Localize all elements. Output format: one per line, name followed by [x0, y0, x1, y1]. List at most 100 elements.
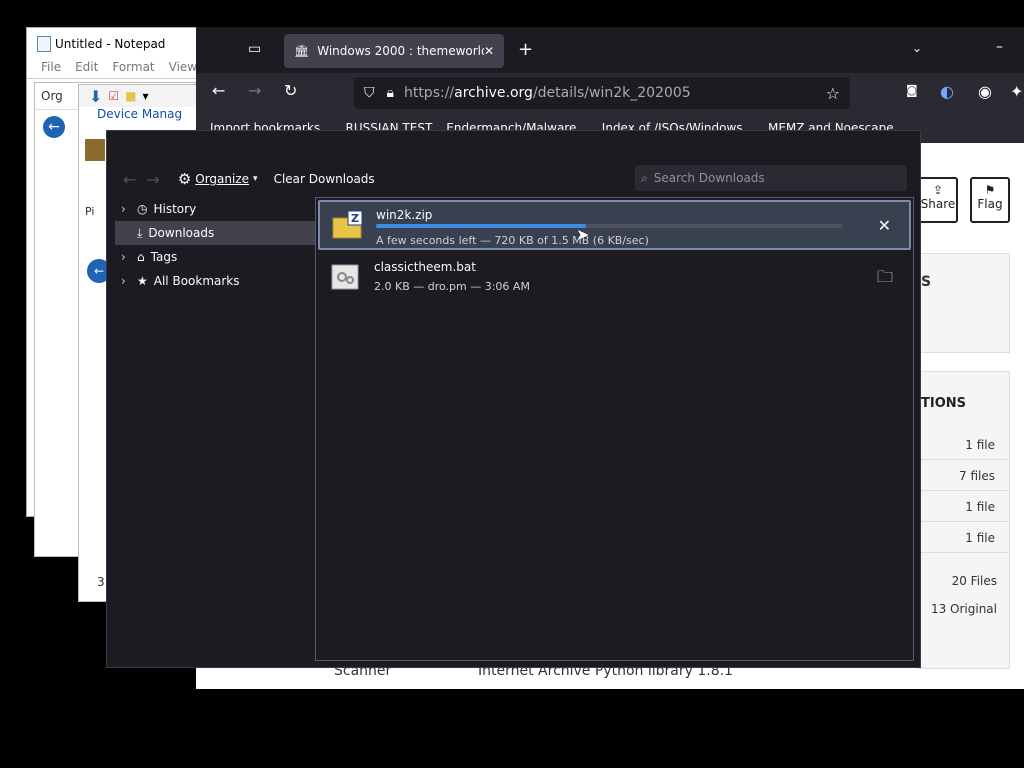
original-files-count: 13 Original — [930, 602, 997, 616]
section-heading-fragment: S — [921, 274, 932, 290]
download-filename: win2k.zip — [376, 208, 433, 222]
tab-title: Windows 2000 : themeworld : F — [317, 44, 484, 58]
tab-overview-icon[interactable]: ▭ — [248, 41, 261, 57]
file-count-row[interactable]: 7 files — [917, 461, 1009, 491]
dropdown-icon[interactable]: ▾ — [143, 89, 149, 103]
account-icon[interactable]: ◉ — [978, 82, 992, 101]
extension-contrast-icon[interactable]: ◐ — [940, 82, 954, 101]
file-count-row[interactable]: 1 file — [917, 523, 1009, 553]
share-button[interactable]: ⇪ Share — [918, 177, 958, 223]
tag-icon: ⌂ — [137, 250, 145, 264]
gear-icon: ⚙ — [177, 170, 192, 188]
zip-file-icon: Z — [332, 210, 363, 240]
folder-icon[interactable]: ■ — [125, 89, 136, 103]
svg-text:Z: Z — [351, 212, 359, 225]
sidebar-item-tags[interactable]: › ⌂ Tags — [115, 245, 315, 269]
sidebar-item-label: All Bookmarks — [153, 274, 240, 288]
download-options-panel: TIONS 1 file 7 files 1 file 1 file 20 Fi… — [916, 371, 1010, 669]
library-back-icon[interactable]: ← — [123, 170, 136, 189]
flag-label: Flag — [977, 197, 1003, 211]
library-forward-icon[interactable]: → — [146, 170, 159, 189]
clear-downloads-button[interactable]: Clear Downloads — [274, 172, 375, 186]
clock-icon: ◷ — [137, 202, 148, 216]
cancel-download-icon[interactable]: ✕ — [878, 216, 891, 235]
info-panel: S — [916, 253, 1010, 353]
notepad-menubar: File Edit Format View — [27, 60, 199, 78]
chevron-right-icon[interactable]: › — [121, 274, 131, 288]
batch-file-icon — [330, 262, 360, 292]
flag-button[interactable]: ⚑ Flag — [970, 177, 1010, 223]
close-tab-icon[interactable]: ✕ — [484, 44, 494, 58]
download-item[interactable]: Z win2k.zip A few seconds left — 720 KB … — [318, 200, 911, 250]
sidebar-item-label: Tags — [150, 250, 178, 264]
archive-favicon-icon: 🏛 — [294, 44, 310, 58]
library-toolbar: ← → ⚙ Organize ▾ Clear Downloads ⌕ Searc… — [107, 161, 920, 197]
pocket-icon[interactable]: ◙ — [906, 83, 918, 97]
url-text: https://archive.org/details/win2k_202005 — [403, 85, 691, 101]
device-manager-toolbar: ⬇ ☑ ■ ▾ — [79, 85, 199, 107]
pin-label: Pi — [85, 205, 95, 218]
list-tabs-chevron-icon[interactable]: ⌄ — [912, 41, 922, 55]
notepad-icon — [37, 36, 51, 52]
nav-bar: ← → ↻ ⛉ 🔒︎ https://archive.org/details/w… — [196, 73, 1024, 113]
download-progress-fill — [376, 224, 586, 228]
tab-active[interactable]: 🏛 Windows 2000 : themeworld : F ✕ — [284, 34, 504, 68]
share-icon: ⇪ — [932, 183, 944, 197]
search-placeholder: Search Downloads — [653, 171, 765, 185]
checklist-icon[interactable]: ☑ — [108, 89, 119, 103]
chevron-down-icon: ▾ — [253, 174, 258, 184]
device-manager-title: Device Manag — [97, 107, 183, 121]
notepad-titlebar[interactable]: Untitled - Notepad — [27, 28, 199, 60]
back-arrow-icon[interactable]: ← — [43, 116, 65, 138]
library-sidebar: › ◷ History ⤓ Downloads › ⌂ Tags › ★ All… — [115, 197, 315, 657]
share-label: Share — [920, 197, 956, 211]
reload-icon[interactable]: ↻ — [284, 81, 297, 100]
forward-icon[interactable]: → — [248, 81, 261, 100]
menu-view[interactable]: View — [169, 60, 197, 78]
download-filename: classictheem.bat — [374, 260, 476, 274]
star-icon: ★ — [137, 274, 148, 288]
flag-icon: ⚑ — [984, 183, 996, 197]
download-arrow-icon[interactable]: ⬇ — [89, 87, 102, 106]
decorative-block — [85, 139, 105, 161]
menu-edit[interactable]: Edit — [75, 60, 98, 78]
chevron-right-icon[interactable]: › — [121, 250, 131, 264]
file-count-row[interactable]: 1 file — [917, 492, 1009, 522]
sidebar-item-label: History — [153, 202, 197, 216]
tab-strip: ▭ 🏛 Windows 2000 : themeworld : F ✕ + ⌄ … — [196, 27, 1024, 73]
footer-number: 3 — [97, 575, 105, 589]
mouse-cursor-icon: ➤ — [576, 225, 590, 244]
url-bar[interactable]: ⛉ 🔒︎ https://archive.org/details/win2k_2… — [354, 77, 850, 109]
notepad-title: Untitled - Notepad — [55, 37, 166, 51]
new-tab-icon[interactable]: + — [518, 39, 533, 60]
explorer-org-label[interactable]: Org — [41, 89, 63, 103]
search-downloads-input[interactable]: ⌕ Search Downloads — [635, 165, 907, 191]
sidebar-item-history[interactable]: › ◷ History — [115, 197, 315, 221]
download-status: 2.0 KB — dro.pm — 3:06 AM — [374, 280, 530, 293]
chevron-right-icon[interactable]: › — [121, 202, 131, 216]
download-item[interactable]: classictheem.bat 2.0 KB — dro.pm — 3:06 … — [318, 254, 911, 304]
download-icon: ⤓ — [137, 225, 143, 240]
library-window: ← → ⚙ Organize ▾ Clear Downloads ⌕ Searc… — [106, 130, 921, 668]
organize-label: Organize — [195, 172, 250, 186]
back-icon[interactable]: ← — [212, 81, 225, 100]
bookmark-star-icon[interactable]: ☆ — [826, 84, 840, 103]
extensions-icon[interactable]: ✦ — [1010, 82, 1023, 101]
organize-button[interactable]: ⚙ Organize ▾ — [178, 170, 258, 188]
total-files-link[interactable]: 20 Files — [952, 574, 997, 588]
search-icon: ⌕ — [641, 170, 648, 185]
download-progress-bar — [376, 224, 842, 228]
lock-icon[interactable]: 🔒︎ — [387, 85, 394, 101]
download-status: A few seconds left — 720 KB of 1.5 MB (6… — [376, 234, 649, 247]
open-folder-icon[interactable]: 🗀 — [877, 266, 893, 293]
file-count-row[interactable]: 1 file — [917, 430, 1009, 460]
minimize-icon[interactable]: – — [996, 39, 1003, 55]
sidebar-item-downloads[interactable]: ⤓ Downloads — [115, 221, 315, 245]
shield-icon[interactable]: ⛉ — [364, 85, 375, 101]
menu-format[interactable]: Format — [112, 60, 154, 78]
download-options-heading: TIONS — [921, 396, 966, 411]
downloads-list: Z win2k.zip A few seconds left — 720 KB … — [315, 197, 914, 661]
sidebar-item-all-bookmarks[interactable]: › ★ All Bookmarks — [115, 269, 315, 293]
menu-file[interactable]: File — [41, 60, 61, 78]
sidebar-item-label: Downloads — [148, 226, 215, 240]
